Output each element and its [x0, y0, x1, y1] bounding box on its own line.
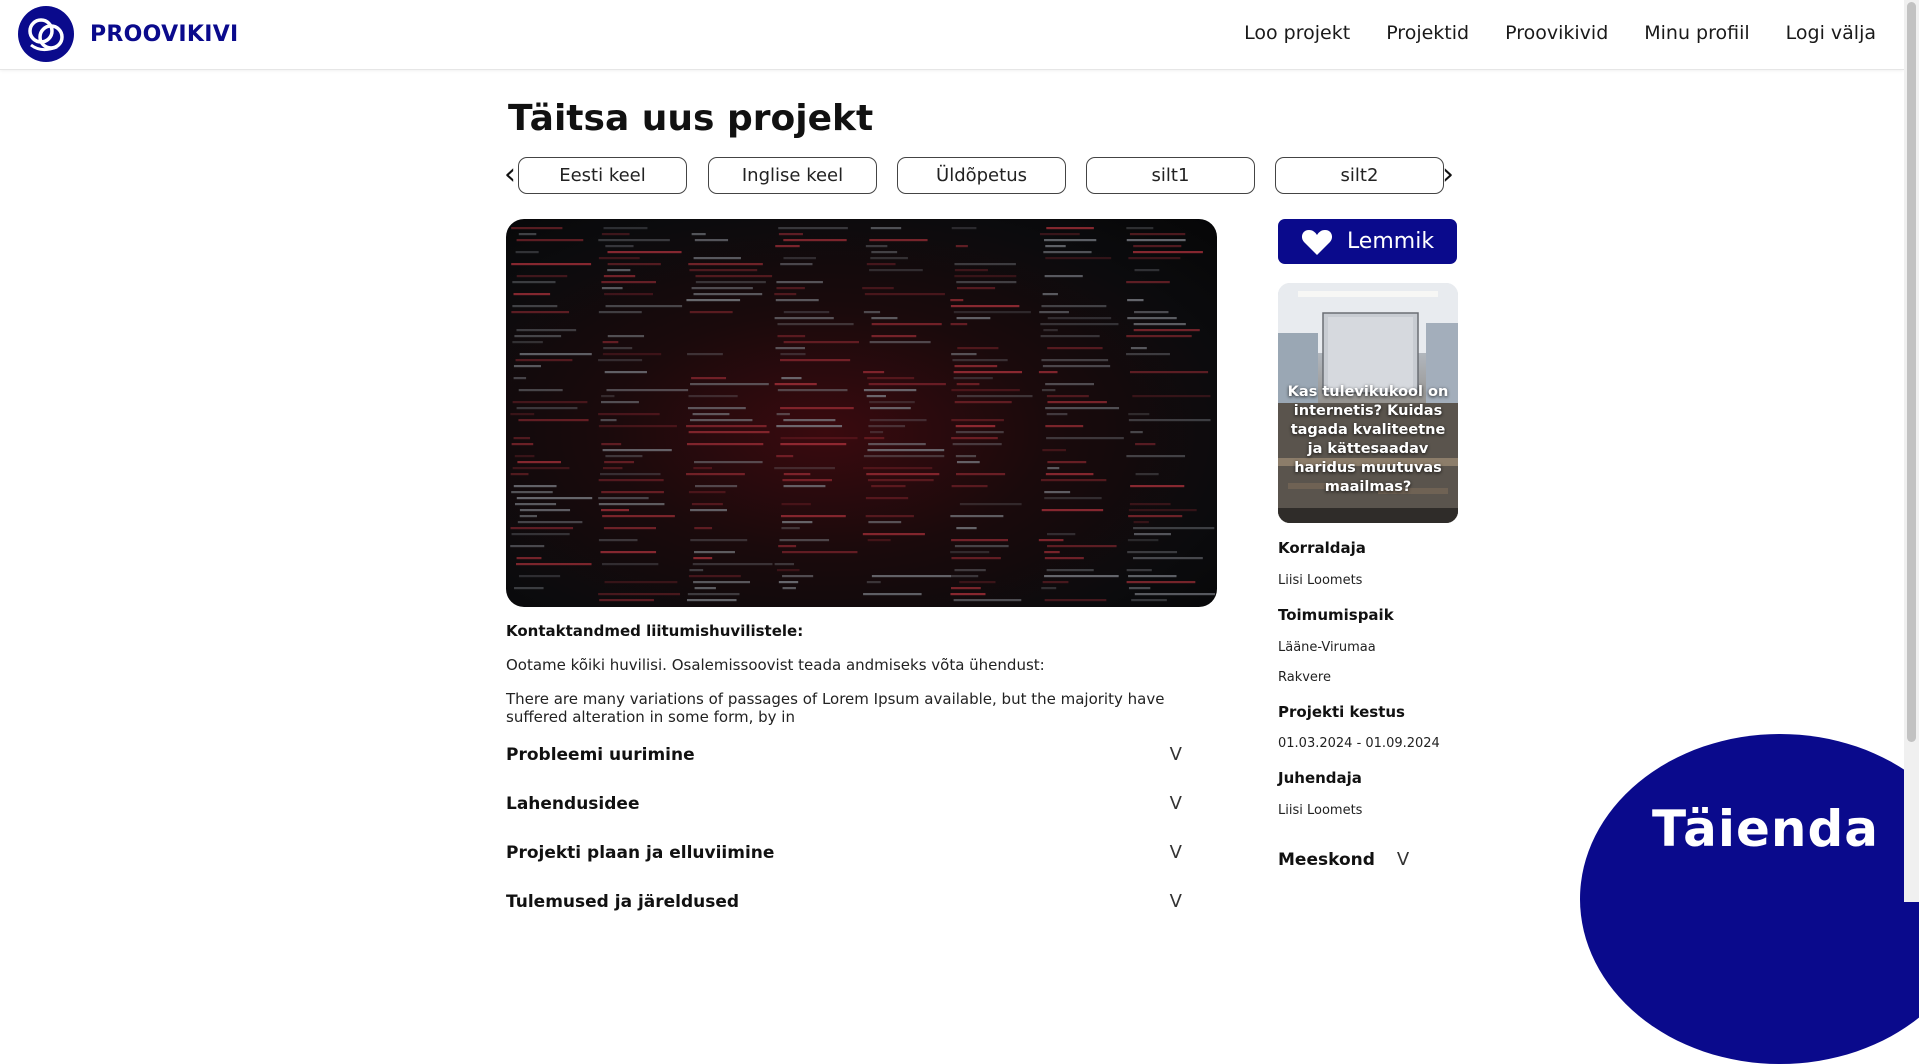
team-accordion[interactable]: Meeskond V	[1278, 849, 1409, 870]
tag-chip[interactable]: Eesti keel	[518, 157, 687, 194]
accordion-project-plan[interactable]: Projekti plaan ja elluviimine V	[506, 842, 1182, 863]
nav-proovikivid[interactable]: Proovikivid	[1505, 22, 1608, 44]
supervisor-value: Liisi Loomets	[1278, 803, 1363, 818]
page-title: Täitsa uus projekt	[508, 98, 874, 139]
tag-chip[interactable]: silt2	[1275, 157, 1444, 194]
project-hero-image	[506, 219, 1217, 607]
nav-logout[interactable]: Logi välja	[1786, 22, 1876, 44]
top-navigation-bar: PROOVIKIVI Loo projekt Projektid Proovik…	[0, 0, 1904, 70]
carousel-prev-arrow-icon[interactable]: ‹	[504, 157, 516, 193]
description-paragraph: Ootame kõiki huvilisi. Osalemissoovist t…	[506, 656, 1045, 674]
scrollbar-thumb[interactable]	[1907, 2, 1916, 742]
cta-blob-background	[1580, 734, 1919, 1064]
description-paragraph: There are many variations of passages of…	[506, 690, 1165, 726]
nav-projects[interactable]: Projektid	[1386, 22, 1469, 44]
brand-logo-link[interactable]: PROOVIKIVI	[17, 5, 239, 63]
accordion-problem-research[interactable]: Probleemi uurimine V	[506, 744, 1182, 765]
contact-heading: Kontaktandmed liitumishuvilistele:	[506, 622, 804, 640]
chevron-down-icon: V	[1169, 842, 1182, 863]
related-article-title: Kas tulevikukool on internetis? Kuidas t…	[1287, 384, 1449, 495]
supervisor-label: Juhendaja	[1278, 769, 1362, 787]
tag-chip[interactable]: Inglise keel	[708, 157, 877, 194]
organizer-label: Korraldaja	[1278, 539, 1366, 557]
accordion-label: Projekti plaan ja elluviimine	[506, 842, 775, 863]
accordion-label: Lahendusidee	[506, 793, 640, 814]
complete-project-button[interactable]: Täienda	[1652, 800, 1879, 858]
location-label: Toimumispaik	[1278, 606, 1394, 624]
carousel-next-arrow-icon[interactable]: ›	[1442, 157, 1454, 193]
proovikivi-logo-icon	[18, 6, 74, 62]
favorite-button[interactable]: Lemmik	[1278, 219, 1457, 264]
location-city: Rakvere	[1278, 670, 1331, 685]
organizer-value: Liisi Loomets	[1278, 573, 1363, 588]
location-county: Lääne-Virumaa	[1278, 640, 1376, 655]
chevron-down-icon: V	[1169, 793, 1182, 814]
accordion-solution-idea[interactable]: Lahendusidee V	[506, 793, 1182, 814]
heart-icon	[1301, 229, 1332, 255]
nav-my-profile[interactable]: Minu profiil	[1644, 22, 1749, 44]
team-label: Meeskond	[1278, 849, 1375, 870]
code-background-image	[510, 227, 1216, 602]
tag-chip[interactable]: silt1	[1086, 157, 1255, 194]
chevron-down-icon: V	[1396, 849, 1410, 870]
nav-create-project[interactable]: Loo projekt	[1244, 22, 1350, 44]
favorite-label: Lemmik	[1346, 229, 1435, 254]
brand-name: PROOVIKIVI	[90, 21, 239, 47]
main-nav: Loo projekt Projektid Proovikivid Minu p…	[1244, 22, 1876, 44]
page-scrollbar[interactable]	[1904, 0, 1919, 902]
duration-value: 01.03.2024 - 01.09.2024	[1278, 736, 1440, 751]
accordion-label: Probleemi uurimine	[506, 744, 695, 765]
tag-chip[interactable]: Üldõpetus	[897, 157, 1066, 194]
tag-carousel: ‹ Eesti keel Inglise keel Üldõpetus silt…	[504, 157, 1462, 196]
related-article-card[interactable]: Kas tulevikukool on internetis? Kuidas t…	[1278, 283, 1458, 523]
project-description: Kontaktandmed liitumishuvilistele: Ootam…	[506, 622, 1226, 742]
duration-label: Projekti kestus	[1278, 703, 1405, 721]
chevron-down-icon: V	[1169, 744, 1182, 765]
